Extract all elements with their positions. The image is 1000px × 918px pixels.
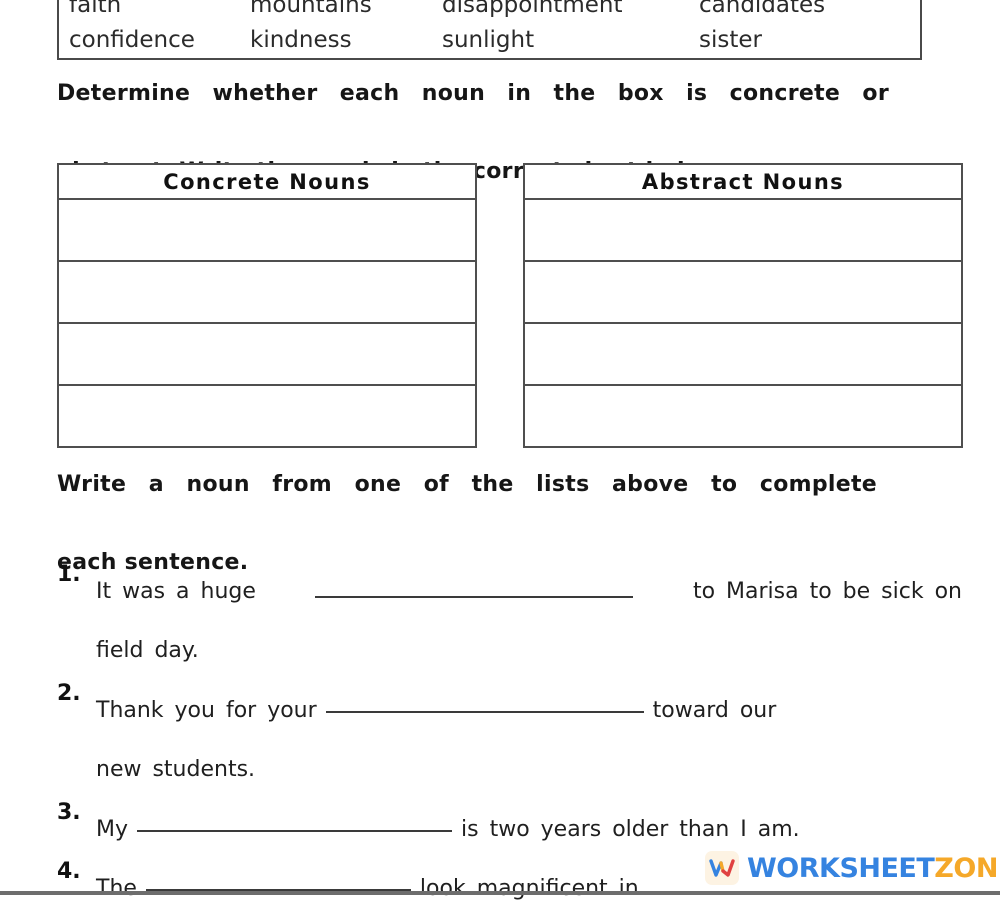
chart-answer-row[interactable] xyxy=(59,200,475,262)
instruction-line: Write a noun from one of the lists above… xyxy=(57,472,877,497)
word-bank-item: mountains xyxy=(250,0,372,18)
question-item: 1. It was a huge to Marisa to be sick on… xyxy=(57,562,962,680)
chart-answer-row[interactable] xyxy=(525,262,961,324)
question-text-after: to Marisa to be sick on xyxy=(692,579,962,604)
chart-header-abstract: Abstract Nouns xyxy=(525,165,961,200)
chart-answer-row[interactable] xyxy=(525,324,961,386)
word-bank-item: faith xyxy=(69,0,122,18)
question-number: 1. xyxy=(57,562,81,587)
question-number: 3. xyxy=(57,800,81,825)
question-item: 2. Thank you for your toward our new stud… xyxy=(57,681,962,799)
question-text-before: The xyxy=(96,876,137,901)
watermark-text: WORKSHEETZONE xyxy=(747,853,1000,884)
worksheetzone-watermark: WORKSHEETZONE xyxy=(705,851,1000,885)
chart-answer-row[interactable] xyxy=(525,386,961,449)
chart-concrete-nouns: Concrete Nouns xyxy=(57,163,477,448)
question-text-before: It was a huge xyxy=(96,579,256,604)
answer-blank[interactable] xyxy=(325,711,644,713)
question-line-2: new students. xyxy=(96,757,256,782)
word-bank-item: candidates xyxy=(699,0,826,18)
question-text-after: toward our xyxy=(652,698,777,723)
word-bank-item: sister xyxy=(699,27,762,53)
word-bank-box: faith mountains disappointment candidate… xyxy=(57,0,922,60)
question-text-after: look magnificent in xyxy=(419,876,639,901)
watermark-text-secondary: ZONE xyxy=(934,852,1000,884)
word-bank-item: kindness xyxy=(250,27,352,53)
question-text-after: is two years older than I am. xyxy=(461,817,800,842)
watermark-text-primary: WORKSHEET xyxy=(747,852,935,884)
chart-header-concrete: Concrete Nouns xyxy=(59,165,475,200)
chart-title: Concrete Nouns xyxy=(163,169,371,194)
question-line: Thank you for your toward our xyxy=(96,681,962,740)
chart-answer-row[interactable] xyxy=(59,262,475,324)
answer-blank[interactable] xyxy=(137,830,453,832)
question-number: 2. xyxy=(57,681,81,706)
answer-blank[interactable] xyxy=(315,596,634,598)
question-text-before: My xyxy=(96,817,129,842)
question-body: It was a huge to Marisa to be sick on fi… xyxy=(96,562,962,680)
word-bank-item: disappointment xyxy=(442,0,623,18)
chart-answer-row[interactable] xyxy=(525,200,961,262)
question-body: Thank you for your toward our new student… xyxy=(96,681,962,799)
instruction-line: Determine whether each noun in the box i… xyxy=(57,81,889,106)
chart-title: Abstract Nouns xyxy=(641,169,845,194)
word-bank-grid: faith mountains disappointment candidate… xyxy=(69,0,914,53)
question-text-before: Thank you for your xyxy=(96,698,317,723)
chart-answer-row[interactable] xyxy=(59,386,475,449)
chart-answer-row[interactable] xyxy=(59,324,475,386)
worksheetzone-logo-icon xyxy=(705,851,739,885)
word-bank-item: sunlight xyxy=(442,27,535,53)
page-bottom-rule xyxy=(0,891,1000,895)
question-line: It was a huge to Marisa to be sick on xyxy=(96,562,962,621)
word-bank-item: confidence xyxy=(69,27,195,53)
question-line-2: field day. xyxy=(96,638,199,663)
question-number: 4. xyxy=(57,859,81,884)
chart-abstract-nouns: Abstract Nouns xyxy=(523,163,963,448)
